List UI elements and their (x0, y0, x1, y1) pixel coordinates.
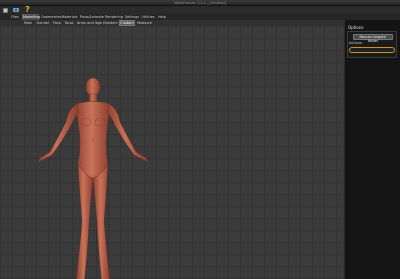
rescan-targets-button[interactable]: Rescan targets' folder (353, 34, 393, 43)
actions-field[interactable] (349, 47, 395, 53)
3d-viewport[interactable] (0, 26, 344, 279)
panel-title: Options (348, 25, 364, 30)
actions-label: Actions (349, 41, 362, 45)
help-icon[interactable]: ? (24, 6, 31, 14)
options-panel: Options Rescan targets' folder Actions (344, 20, 400, 279)
options-box: Rescan targets' folder Actions (347, 31, 397, 58)
toolbar: ? (0, 6, 400, 14)
human-model[interactable] (0, 26, 344, 279)
save-icon[interactable] (2, 7, 9, 13)
camera-icon[interactable] (12, 7, 19, 13)
